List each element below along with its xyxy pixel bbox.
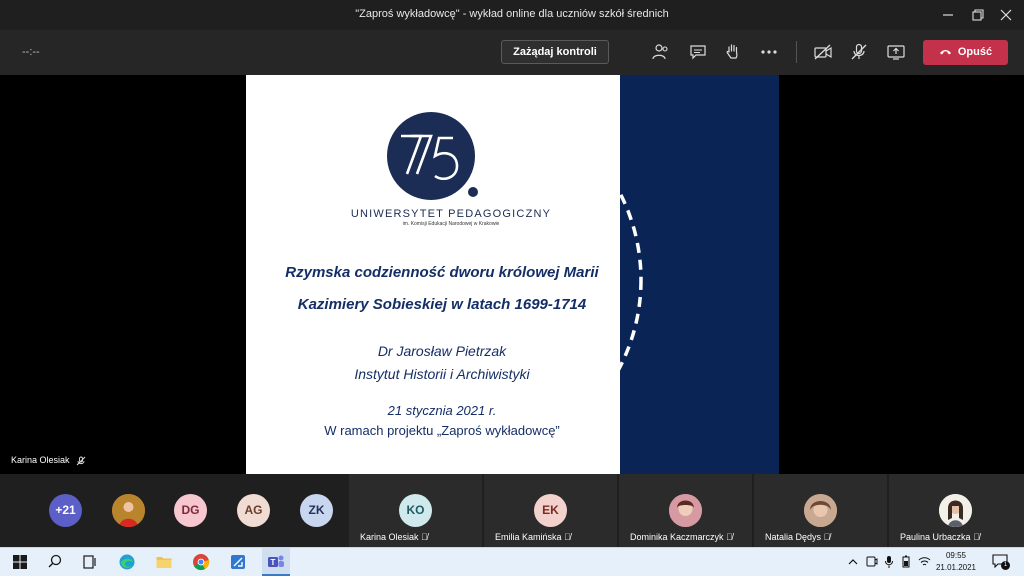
lecturer-name: Dr Jarosław Pietrzak <box>377 343 507 359</box>
participant-avatar-dg[interactable]: DG <box>174 494 207 527</box>
muted-mic-icon <box>76 456 86 465</box>
muted-mic-icon: 🎙̸ <box>564 532 571 542</box>
more-actions-icon[interactable] <box>759 42 779 62</box>
file-explorer-icon[interactable] <box>155 553 173 571</box>
university-name: UNIWERSYTET PEDAGOGICZNY <box>350 208 552 220</box>
overflow-participants-button[interactable]: +21 <box>49 494 82 527</box>
participants-icon[interactable] <box>651 42 671 62</box>
system-clock[interactable]: 09:55 21.01.2021 <box>934 550 978 574</box>
mic-off-icon[interactable] <box>849 42 869 62</box>
muted-mic-icon: 🎙̸ <box>421 532 428 542</box>
teams-taskbar-button[interactable]: T <box>262 548 290 576</box>
close-icon[interactable] <box>998 7 1014 23</box>
wifi-icon[interactable] <box>918 556 931 567</box>
toolbar-divider <box>796 41 797 63</box>
participant-name: Natalia Dędys 🎙̸ <box>765 532 831 542</box>
participant-avatar-photo[interactable] <box>112 494 145 527</box>
windows-start-icon[interactable] <box>11 553 29 571</box>
participant-tile[interactable]: EK Emilia Kamińska 🎙̸ <box>484 474 617 547</box>
notifications-button[interactable]: 1 <box>992 553 1010 571</box>
meet-now-icon[interactable] <box>866 555 878 568</box>
participant-name: Emilia Kamińska 🎙̸ <box>495 532 571 542</box>
meeting-toolbar: --:-- Zażądaj kontroli Opuść <box>0 30 1024 75</box>
meeting-timer: --:-- <box>22 46 40 58</box>
logo-75-mark <box>401 134 478 197</box>
participant-avatar-ek: EK <box>534 494 567 527</box>
participant-avatar-zk[interactable]: ZK <box>300 494 333 527</box>
presenter-name: Karina Olesiak <box>11 455 70 465</box>
camera-off-icon[interactable] <box>813 42 833 62</box>
clock-date: 21.01.2021 <box>935 563 977 572</box>
participant-tile[interactable]: KO Karina Olesiak 🎙̸ <box>349 474 482 547</box>
window-title: "Zaproś wykładowcę" - wykład online dla … <box>355 8 669 20</box>
participant-tile[interactable]: Dominika Kaczmarczyk 🎙̸ <box>619 474 752 547</box>
participant-tile[interactable]: Natalia Dędys 🎙̸ <box>754 474 887 547</box>
chrome-icon[interactable] <box>192 553 210 571</box>
hang-up-icon <box>939 40 952 65</box>
participant-name: Karina Olesiak 🎙̸ <box>360 532 428 542</box>
chat-icon[interactable] <box>688 42 708 62</box>
lecture-title-line1: Rzymska codzienność dworu królowej Marii <box>285 264 599 281</box>
participant-avatar-ko: KO <box>399 494 432 527</box>
participant-name: Paulina Urbaczka 🎙̸ <box>900 532 980 542</box>
lecturer-institute: Instytut Historii i Archiwistyki <box>354 366 530 382</box>
leave-button[interactable]: Opuść <box>923 40 1008 65</box>
participant-tile[interactable]: Paulina Urbaczka 🎙̸ <box>889 474 1024 547</box>
university-subtitle: im. Komisji Edukacji Narodowej w Krakowi… <box>402 221 500 227</box>
lecture-title-line2: Kazimiery Sobieskiej w latach 1699-1714 <box>297 296 587 313</box>
muted-mic-icon: 🎙̸ <box>726 532 733 542</box>
request-control-button[interactable]: Zażądaj kontroli <box>501 40 609 64</box>
svg-text:T: T <box>271 558 276 567</box>
search-icon[interactable] <box>46 553 64 571</box>
restore-icon[interactable] <box>970 7 986 23</box>
participant-avatar-photo <box>669 494 702 527</box>
leave-label: Opuść <box>957 46 993 58</box>
microphone-icon[interactable] <box>884 555 894 569</box>
snipping-tool-icon[interactable] <box>229 553 247 571</box>
windows-taskbar: T 09:55 21.01.2021 1 <box>0 547 1024 576</box>
chevron-up-icon[interactable] <box>848 558 858 566</box>
raise-hand-icon[interactable] <box>723 42 743 62</box>
participant-strip: +21 DG AG ZK KO Karina Olesiak 🎙̸ EK Emi… <box>0 474 1024 547</box>
participant-avatar-ag[interactable]: AG <box>237 494 270 527</box>
shared-content-stage: UNIWERSYTET PEDAGOGICZNY im. Komisji Edu… <box>0 75 1024 474</box>
task-view-icon[interactable] <box>81 553 99 571</box>
participant-avatar-photo <box>804 494 837 527</box>
muted-mic-icon: 🎙̸ <box>823 532 831 542</box>
clock-time: 09:55 <box>945 551 967 560</box>
teams-icon: T <box>268 555 284 567</box>
project-note: W ramach projektu „Zaproś wykładowcę” <box>324 423 560 438</box>
battery-icon[interactable] <box>900 555 912 568</box>
participant-avatar-photo <box>939 494 972 527</box>
share-screen-icon[interactable] <box>886 42 906 62</box>
minimize-icon[interactable] <box>940 7 956 23</box>
participant-name: Dominika Kaczmarczyk 🎙̸ <box>630 532 733 542</box>
edge-browser-icon[interactable] <box>118 553 136 571</box>
muted-mic-icon: 🎙̸ <box>973 532 980 542</box>
presenter-label: Karina Olesiak <box>11 455 86 466</box>
presentation-slide: UNIWERSYTET PEDAGOGICZNY im. Komisji Edu… <box>246 75 779 474</box>
notification-count: 1 <box>1001 561 1010 570</box>
lecture-date: 21 stycznia 2021 r. <box>387 403 497 418</box>
window-titlebar: "Zaproś wykładowcę" - wykład online dla … <box>0 0 1024 30</box>
